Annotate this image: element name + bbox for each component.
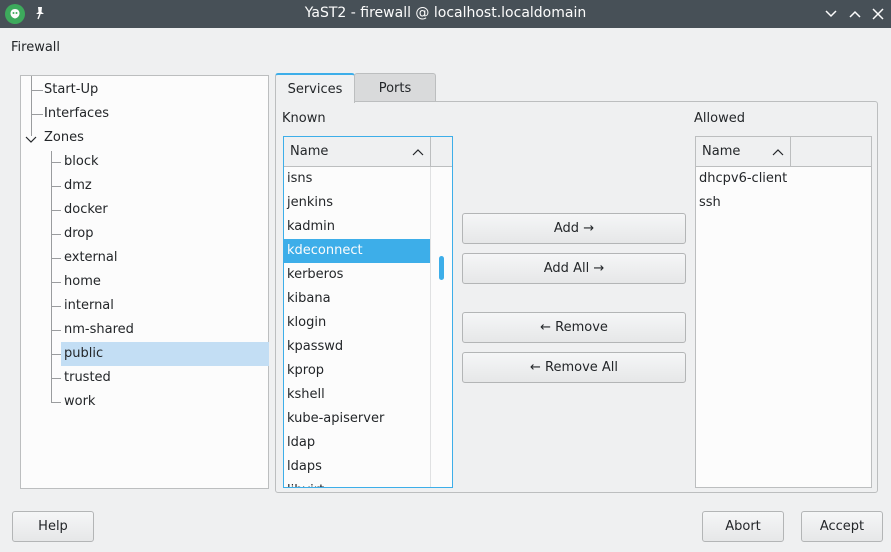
list-item[interactable]: kshell xyxy=(284,383,430,407)
tree-guide-line xyxy=(31,76,32,136)
maximize-button[interactable] xyxy=(847,6,863,22)
tree-item-interfaces[interactable]: Interfaces xyxy=(44,102,109,126)
list-item[interactable]: ssh xyxy=(696,191,871,215)
tree-item-zone[interactable]: block xyxy=(61,150,269,174)
remove-all-button[interactable]: ← Remove All xyxy=(462,352,686,383)
sort-ascending-icon xyxy=(412,149,424,156)
header-filler xyxy=(791,137,871,167)
tree-guide-line xyxy=(51,258,61,259)
known-list-scrollbar[interactable] xyxy=(430,167,452,487)
chevron-down-icon[interactable] xyxy=(25,136,37,144)
allowed-name-column-header[interactable]: Name xyxy=(696,137,791,167)
allowed-services-list[interactable]: Name dhcpv6-client ssh xyxy=(695,136,872,488)
tree-guide-line xyxy=(51,282,61,283)
tree-guide-line xyxy=(51,306,61,307)
tree-item-zone[interactable]: home xyxy=(61,270,269,294)
tab-ports[interactable]: Ports xyxy=(354,73,436,102)
sort-ascending-icon xyxy=(772,149,784,156)
known-services-list[interactable]: Name isns jenkins kadmin kdeconnect kerberos… xyxy=(283,136,453,488)
list-item[interactable]: kpasswd xyxy=(284,335,430,359)
known-name-column-header[interactable]: Name xyxy=(284,137,431,167)
list-item[interactable]: kprop xyxy=(284,359,430,383)
scrollbar-thumb[interactable] xyxy=(439,256,444,280)
tree-guide-line xyxy=(51,402,61,403)
tree-guide-line xyxy=(51,378,61,379)
tree-item-zone[interactable]: docker xyxy=(61,198,269,222)
allowed-label: Allowed xyxy=(694,111,745,126)
close-button[interactable] xyxy=(870,6,886,22)
list-item[interactable]: kadmin xyxy=(284,215,430,239)
list-item[interactable]: ldap xyxy=(284,431,430,455)
list-item[interactable]: klogin xyxy=(284,311,430,335)
add-all-button[interactable]: Add All → xyxy=(462,253,686,284)
list-item[interactable]: kibana xyxy=(284,287,430,311)
tree-guide-line xyxy=(31,114,43,115)
known-label: Known xyxy=(282,111,326,126)
tree-guide-line xyxy=(51,151,52,403)
tree-item-zones[interactable]: Zones xyxy=(44,126,84,150)
help-button[interactable]: Help xyxy=(12,511,94,542)
header-filler xyxy=(431,137,452,167)
tree-guide-line xyxy=(51,162,61,163)
accept-button[interactable]: Accept xyxy=(801,511,883,542)
navigation-tree[interactable]: Start-Up Interfaces Zones block dmz docker… xyxy=(20,75,269,489)
tree-item-zone[interactable]: work xyxy=(61,390,269,414)
minimize-button[interactable] xyxy=(823,6,839,22)
tree-item-zone[interactable]: trusted xyxy=(61,366,269,390)
list-item[interactable]: libvirt xyxy=(284,479,430,487)
tab-services[interactable]: Services xyxy=(275,73,355,103)
tree-guide-line xyxy=(51,210,61,211)
tree-guide-line xyxy=(51,234,61,235)
chevron-up-icon xyxy=(849,10,861,18)
list-item[interactable]: dhcpv6-client xyxy=(696,167,871,191)
column-header-label: Name xyxy=(290,144,329,159)
page-heading: Firewall xyxy=(11,40,61,55)
tree-item-zone[interactable]: internal xyxy=(61,294,269,318)
tree-item-start-up[interactable]: Start-Up xyxy=(44,78,98,102)
add-button[interactable]: Add → xyxy=(462,213,686,244)
window-titlebar: YaST2 - firewall @ localhost.localdomain xyxy=(0,0,891,28)
close-icon xyxy=(872,8,884,20)
tree-item-zone[interactable]: drop xyxy=(61,222,269,246)
tree-guide-line xyxy=(51,354,61,355)
tree-item-zone[interactable]: dmz xyxy=(61,174,269,198)
list-item[interactable]: ldaps xyxy=(284,455,430,479)
tree-item-zone[interactable]: public xyxy=(61,342,269,366)
remove-button[interactable]: ← Remove xyxy=(462,312,686,343)
list-item[interactable]: kube-apiserver xyxy=(284,407,430,431)
abort-button[interactable]: Abort xyxy=(702,511,784,542)
column-header-label: Name xyxy=(702,144,741,159)
tree-guide-line xyxy=(31,90,43,91)
tree-item-zone[interactable]: nm-shared xyxy=(61,318,269,342)
tree-guide-line xyxy=(51,186,61,187)
tree-guide-line xyxy=(51,330,61,331)
list-item[interactable]: jenkins xyxy=(284,191,430,215)
list-item[interactable]: isns xyxy=(284,167,430,191)
window-title: YaST2 - firewall @ localhost.localdomain xyxy=(304,5,587,21)
list-item[interactable]: kerberos xyxy=(284,263,430,287)
list-item[interactable]: kdeconnect xyxy=(284,239,430,263)
tree-item-zone[interactable]: external xyxy=(61,246,269,270)
chevron-down-icon xyxy=(825,10,837,18)
